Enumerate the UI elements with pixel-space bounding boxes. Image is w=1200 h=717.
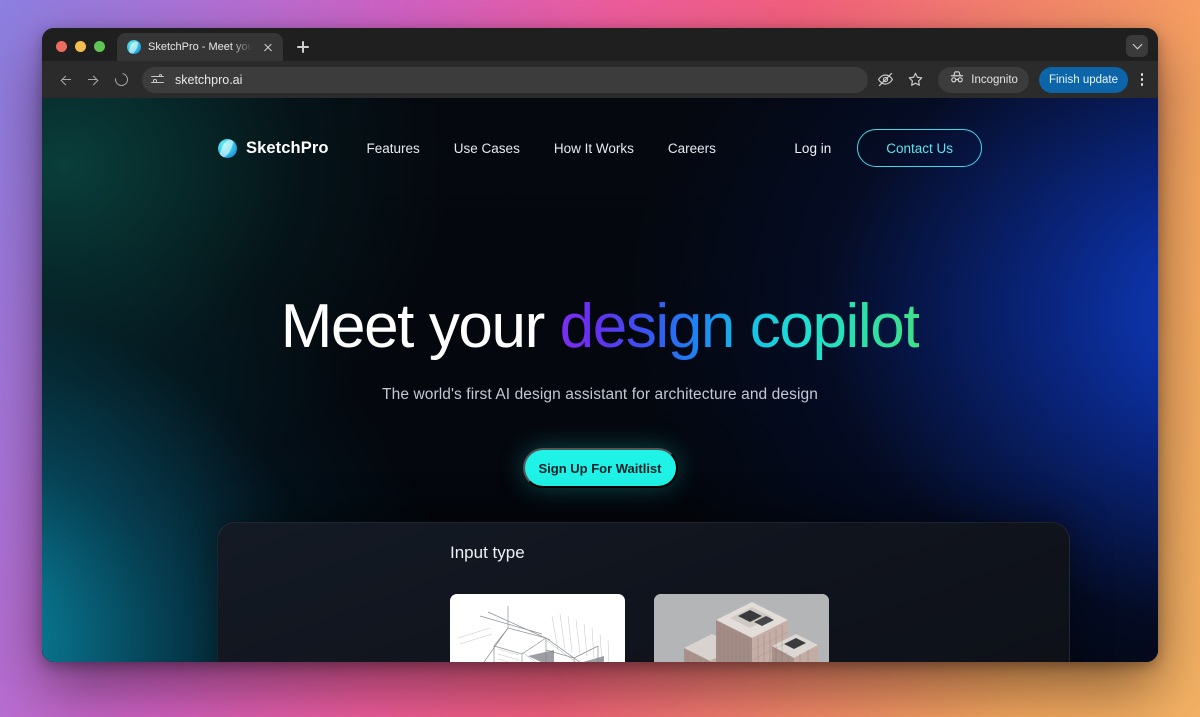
nav-link-how-it-works[interactable]: How It Works xyxy=(554,141,634,156)
star-icon[interactable] xyxy=(902,67,928,93)
tab-title: SketchPro - Meet your design xyxy=(148,41,253,53)
nav-link-careers[interactable]: Careers xyxy=(668,141,716,156)
finish-update-label: Finish update xyxy=(1048,73,1118,86)
incognito-label: Incognito xyxy=(971,73,1018,86)
input-type-heading: Input type xyxy=(450,543,525,562)
browser-tab[interactable]: SketchPro - Meet your design xyxy=(117,33,283,61)
render-thumbnail[interactable] xyxy=(654,594,829,662)
brand-name: SketchPro xyxy=(246,138,329,157)
window-controls xyxy=(42,41,117,61)
browser-toolbar: sketchpro.ai Incognito Finish update xyxy=(42,61,1158,98)
page-viewport: SketchPro Features Use Cases How It Work… xyxy=(42,98,1158,662)
headline-plain: Meet your xyxy=(280,292,560,361)
nav-actions: Log in Contact Us xyxy=(794,129,982,167)
site-navbar: SketchPro Features Use Cases How It Work… xyxy=(42,126,1158,170)
back-arrow-icon[interactable] xyxy=(52,67,78,93)
sketchpro-landing-page: SketchPro Features Use Cases How It Work… xyxy=(42,98,1158,662)
close-icon[interactable] xyxy=(260,39,276,55)
headline-gradient: design copilot xyxy=(559,292,921,361)
forward-arrow-icon[interactable] xyxy=(80,67,106,93)
reload-icon[interactable] xyxy=(108,67,134,93)
sketchpro-logo-icon xyxy=(127,40,141,54)
kebab-menu-icon[interactable] xyxy=(1134,71,1150,89)
close-traffic-light[interactable] xyxy=(56,41,67,52)
sketch-thumbnail[interactable] xyxy=(450,594,625,662)
page-title: Meet your design copilot xyxy=(42,294,1158,359)
eye-slash-icon[interactable] xyxy=(872,67,898,93)
log-in-link[interactable]: Log in xyxy=(794,141,831,156)
sketchpro-logo-icon xyxy=(218,138,237,158)
incognito-indicator[interactable]: Incognito xyxy=(938,66,1029,93)
nav-links: Features Use Cases How It Works Careers xyxy=(367,141,716,156)
nav-link-features[interactable]: Features xyxy=(367,141,420,156)
brand-logo[interactable]: SketchPro xyxy=(218,138,329,158)
finish-update-button[interactable]: Finish update xyxy=(1038,66,1128,93)
tune-sliders-icon[interactable] xyxy=(151,72,166,87)
address-bar[interactable]: sketchpro.ai xyxy=(142,66,869,93)
tab-strip: SketchPro - Meet your design xyxy=(42,28,1158,61)
minimize-traffic-light[interactable] xyxy=(75,41,86,52)
browser-window: SketchPro - Meet your design sketchpro.a… xyxy=(42,28,1158,662)
hero-section: Meet your design copilot The world's fir… xyxy=(42,294,1158,489)
input-type-options xyxy=(450,594,829,662)
input-type-panel: Input type xyxy=(217,522,1070,662)
plus-icon[interactable] xyxy=(289,33,317,61)
sign-up-waitlist-button[interactable]: Sign Up For Waitlist xyxy=(522,448,678,489)
hero-subtitle: The world's first AI design assistant fo… xyxy=(382,386,818,404)
chevron-down-icon[interactable] xyxy=(1126,35,1148,57)
contact-us-button[interactable]: Contact Us xyxy=(857,129,982,167)
incognito-hat-icon xyxy=(949,70,965,89)
maximize-traffic-light[interactable] xyxy=(94,41,105,52)
nav-link-use-cases[interactable]: Use Cases xyxy=(454,141,520,156)
url-text: sketchpro.ai xyxy=(175,72,243,87)
